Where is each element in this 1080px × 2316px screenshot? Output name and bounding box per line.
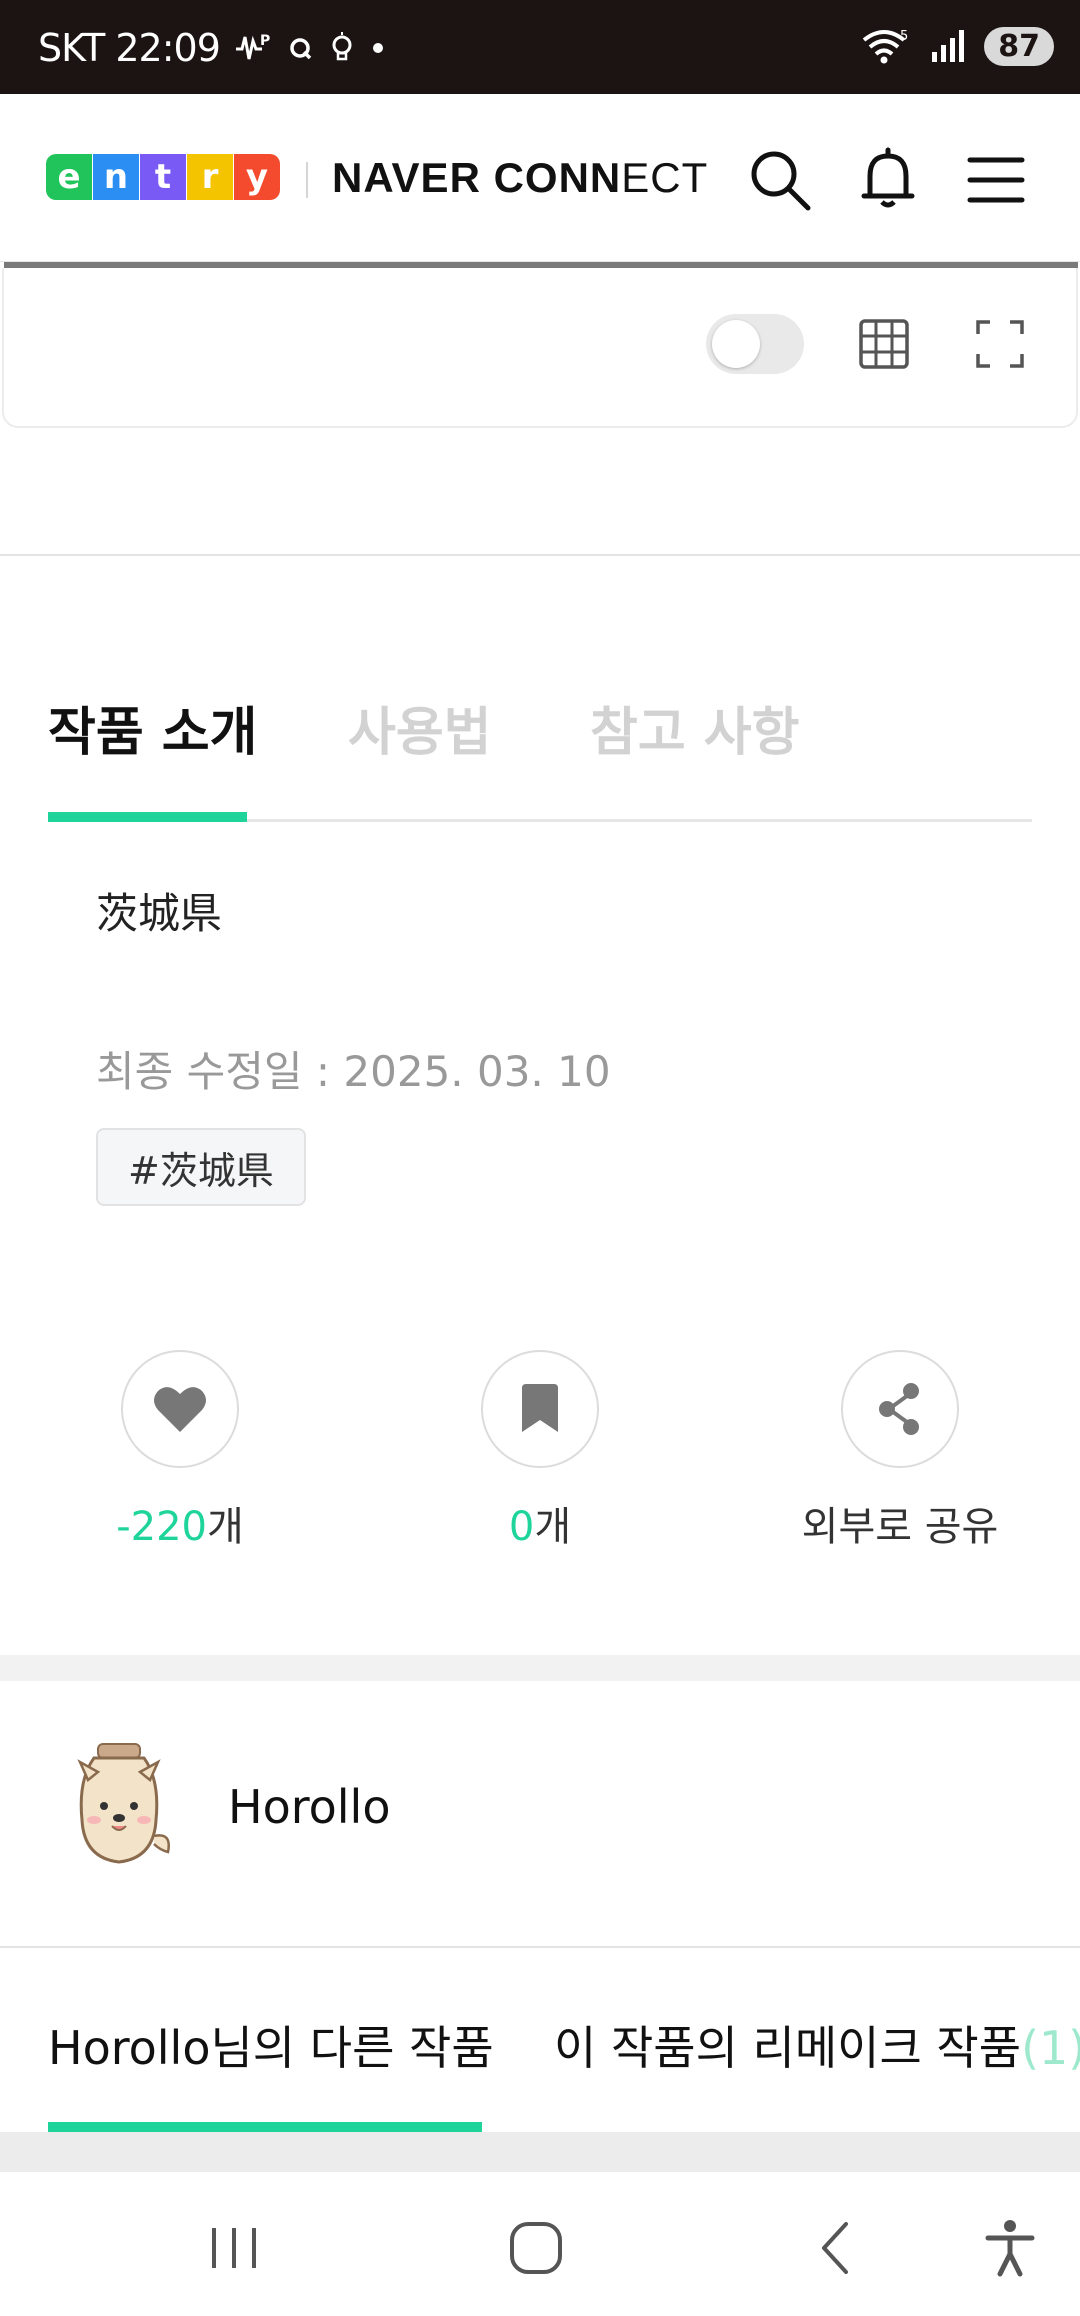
battery-indicator: 87 xyxy=(984,26,1054,66)
logo-separator xyxy=(306,162,308,198)
recent-apps-icon[interactable] xyxy=(202,2216,266,2280)
dot-icon xyxy=(372,43,383,53)
toggle-knob xyxy=(712,320,760,368)
remake-count: (1) xyxy=(1021,2021,1080,2075)
project-description: 茨城県 xyxy=(96,889,223,938)
grid-icon[interactable] xyxy=(856,316,912,372)
svg-text:P: P xyxy=(260,33,270,49)
carrier-time: SKT 22:09 xyxy=(38,26,221,70)
logo-letter: n xyxy=(93,154,139,200)
section-gap xyxy=(0,1655,1080,1681)
logo-letter: y xyxy=(234,154,280,200)
author-name[interactable]: Horollo xyxy=(228,1780,390,1834)
heart-icon xyxy=(154,1387,206,1432)
logo-letter: e xyxy=(46,154,92,200)
bookmark-count: 0 xyxy=(508,1504,535,1550)
remakes-label: 이 작품의 리메이크 작품 xyxy=(554,2021,1022,2075)
lightbulb-icon xyxy=(332,32,352,61)
section-divider xyxy=(0,554,1080,556)
active-tab-indicator xyxy=(48,812,247,822)
status-left: SKT 22:09 P xyxy=(38,26,386,70)
bookmark-count-label: 0개 xyxy=(360,1494,720,1552)
status-right: 5 87 xyxy=(860,26,1054,66)
author-works-tabs: Horollo님의 다른 작품 이 작품의 리메이크 작품(1) xyxy=(0,1946,1080,2132)
back-icon[interactable] xyxy=(806,2216,870,2280)
tab-remakes[interactable]: 이 작품의 리메이크 작품(1) xyxy=(554,2012,1080,2078)
bell-icon[interactable] xyxy=(854,146,922,214)
share-action: 외부로 공유 xyxy=(720,1350,1080,1552)
bookmark-action: 0개 xyxy=(360,1350,720,1552)
naver-connect-brand[interactable]: NAVER CONNECT xyxy=(332,154,708,202)
tab-notes[interactable]: 참고 사항 xyxy=(590,690,799,765)
tab-usage[interactable]: 사용법 xyxy=(348,690,492,765)
wifi-icon: 5 xyxy=(863,29,909,64)
fullscreen-icon[interactable] xyxy=(972,316,1028,372)
entry-logo[interactable]: e n t r y xyxy=(46,154,281,200)
mode-toggle[interactable] xyxy=(706,314,804,374)
like-action: -220개 xyxy=(0,1350,360,1552)
brand-thin: ECT xyxy=(621,154,709,201)
search-icon[interactable] xyxy=(746,146,814,214)
like-count-label: -220개 xyxy=(0,1494,360,1552)
like-unit: 개 xyxy=(206,1504,244,1550)
last-modified-date: 최종 수정일 : 2025. 03. 10 xyxy=(96,1047,611,1096)
project-tag[interactable]: #茨城県 xyxy=(96,1128,306,1206)
share-icon xyxy=(879,1383,919,1435)
logo-letter: t xyxy=(140,154,186,200)
author-avatar[interactable] xyxy=(64,1740,174,1870)
tab-intro[interactable]: 작품 소개 xyxy=(48,690,257,765)
bookmark-icon xyxy=(522,1384,558,1432)
activity-icon: P xyxy=(235,33,271,60)
logo-letter: r xyxy=(187,154,233,200)
system-nav-bar xyxy=(0,2172,1080,2316)
q-icon xyxy=(290,38,312,60)
project-tabs: 작품 소개 사용법 참고 사항 xyxy=(48,690,1032,822)
tab-other-works[interactable]: Horollo님의 다른 작품 xyxy=(48,2012,494,2078)
home-icon[interactable] xyxy=(504,2216,568,2280)
like-button[interactable] xyxy=(121,1350,239,1468)
svg-text:5: 5 xyxy=(900,29,908,44)
share-label: 외부로 공유 xyxy=(801,1504,999,1550)
bookmark-button[interactable] xyxy=(481,1350,599,1468)
player-control-panel xyxy=(2,268,1078,428)
content-band xyxy=(0,2132,1080,2172)
like-count: -220 xyxy=(116,1504,207,1550)
app-header: e n t r y NAVER CONNECT xyxy=(0,94,1080,262)
signal-icon xyxy=(932,30,965,62)
bookmark-unit: 개 xyxy=(534,1504,572,1550)
share-button[interactable] xyxy=(841,1350,959,1468)
active-subtab-indicator xyxy=(48,2122,482,2132)
brand-bold: NAVER CONN xyxy=(332,154,622,201)
status-bar: SKT 22:09 P 5 87 xyxy=(0,0,1080,94)
menu-icon[interactable] xyxy=(962,146,1030,214)
accessibility-icon[interactable] xyxy=(978,2216,1042,2280)
